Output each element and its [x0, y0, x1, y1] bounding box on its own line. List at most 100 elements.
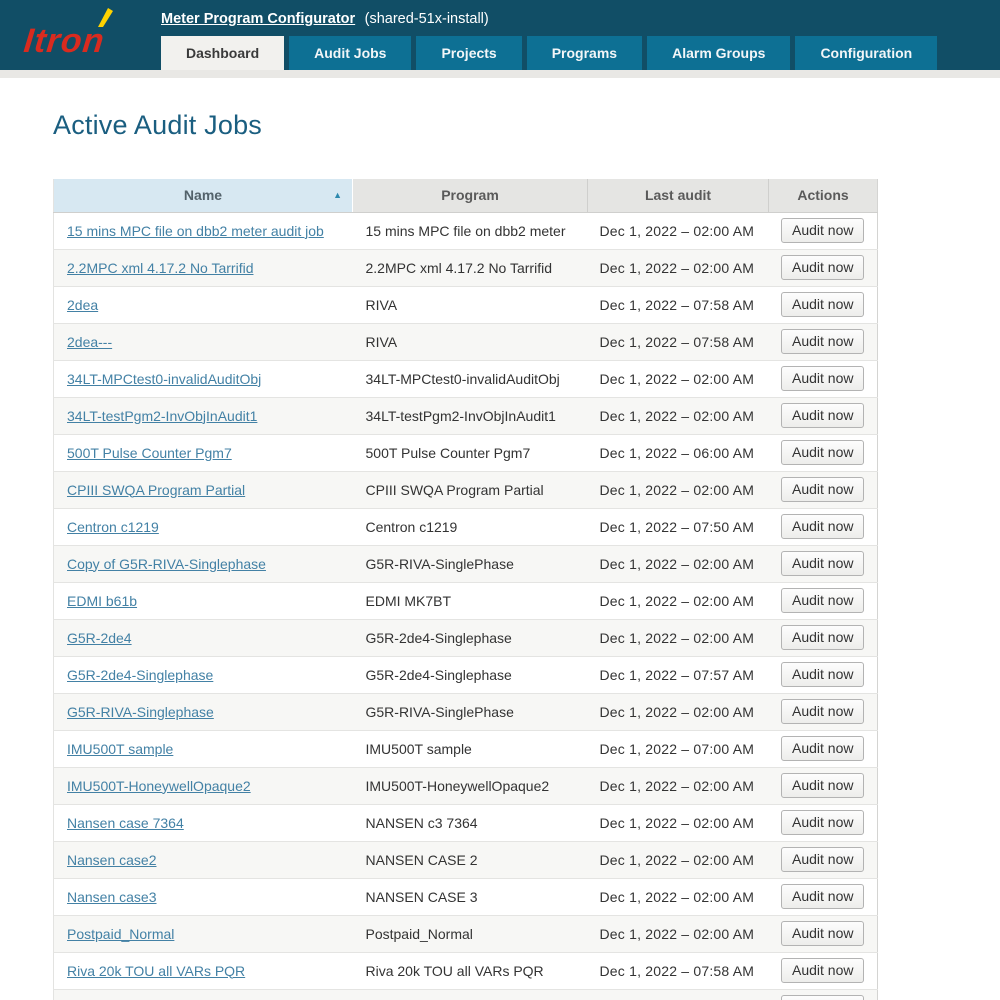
audit-now-button[interactable]: Audit now: [781, 292, 864, 317]
cell-program: 15 mins MPC file on dbb2 meter: [353, 212, 588, 249]
table-row: 34LT-testPgm2-InvObjInAudit134LT-testPgm…: [54, 397, 878, 434]
tab-programs[interactable]: Programs: [527, 36, 642, 70]
tab-alarm-groups[interactable]: Alarm Groups: [647, 36, 790, 70]
audit-job-link[interactable]: Nansen case 7364: [67, 815, 184, 831]
cell-actions: Audit now: [769, 508, 878, 545]
audit-now-button[interactable]: Audit now: [781, 477, 864, 502]
cell-last-audit: Dec 1, 2022 – 02:00 AM: [588, 915, 769, 952]
cell-program: Centron c1219: [353, 508, 588, 545]
audit-job-link[interactable]: Postpaid_Normal: [67, 926, 174, 942]
audit-now-button[interactable]: Audit now: [781, 921, 864, 946]
itron-logo: Itron: [24, 10, 144, 62]
cell-last-audit: Dec 1, 2022 – 02:00 AM: [588, 471, 769, 508]
cell-actions: Audit now: [769, 397, 878, 434]
audit-job-link[interactable]: Centron c1219: [67, 519, 159, 535]
cell-actions: Audit now: [769, 804, 878, 841]
column-header-name[interactable]: Name ▲: [54, 179, 353, 212]
audit-now-button[interactable]: Audit now: [781, 255, 864, 280]
cell-name: G5R-2de4: [54, 619, 353, 656]
cell-name: 15 mins MPC file on dbb2 meter audit job: [54, 212, 353, 249]
column-header-program[interactable]: Program: [353, 179, 588, 212]
audit-job-link[interactable]: Nansen case3: [67, 889, 157, 905]
app-subtitle: (shared-51x-install): [365, 11, 489, 27]
cell-last-audit: Dec 1, 2022 – 02:00 AM: [588, 545, 769, 582]
audit-now-button[interactable]: Audit now: [781, 662, 864, 687]
audit-job-link[interactable]: Copy of G5R-RIVA-Singlephase: [67, 556, 266, 572]
audit-now-button[interactable]: Audit now: [781, 884, 864, 909]
cell-name: Riva PSCO RETOU: [54, 989, 353, 1000]
cell-program: RIVA: [353, 286, 588, 323]
audit-now-button[interactable]: Audit now: [781, 810, 864, 835]
audit-now-button[interactable]: Audit now: [781, 514, 864, 539]
audit-table-body: 15 mins MPC file on dbb2 meter audit job…: [54, 212, 878, 1000]
cell-program: Postpaid_Normal: [353, 915, 588, 952]
audit-now-button[interactable]: Audit now: [781, 773, 864, 798]
tab-projects[interactable]: Projects: [416, 36, 521, 70]
main-content: Active Audit Jobs Name ▲ Program Last au…: [0, 110, 1000, 1000]
table-row: 34LT-MPCtest0-invalidAuditObj34LT-MPCtes…: [54, 360, 878, 397]
audit-job-link[interactable]: 2dea---: [67, 334, 112, 350]
header-strip: [0, 70, 1000, 78]
audit-job-link[interactable]: IMU500T sample: [67, 741, 173, 757]
table-row: 2dea---RIVADec 1, 2022 – 07:58 AMAudit n…: [54, 323, 878, 360]
audit-job-link[interactable]: IMU500T-HoneywellOpaque2: [67, 778, 251, 794]
audit-job-link[interactable]: G5R-2de4-Singlephase: [67, 667, 213, 683]
audit-now-button[interactable]: Audit now: [781, 736, 864, 761]
cell-name: Nansen case 7364: [54, 804, 353, 841]
cell-program: NANSEN CASE 3: [353, 878, 588, 915]
audit-job-link[interactable]: 34LT-testPgm2-InvObjInAudit1: [67, 408, 257, 424]
cell-actions: Audit now: [769, 952, 878, 989]
cell-program: 2.2MPC xml 4.17.2 No Tarrifid: [353, 249, 588, 286]
audit-job-link[interactable]: 34LT-MPCtest0-invalidAuditObj: [67, 371, 261, 387]
table-row: 500T Pulse Counter Pgm7 500T Pulse Counte…: [54, 434, 878, 471]
cell-program: IMU500T-HoneywellOpaque2: [353, 767, 588, 804]
column-header-last-audit[interactable]: Last audit: [588, 179, 769, 212]
cell-actions: Audit now: [769, 841, 878, 878]
audit-now-button[interactable]: Audit now: [781, 699, 864, 724]
audit-job-link[interactable]: 2.2MPC xml 4.17.2 No Tarrifid: [67, 260, 253, 276]
audit-job-link[interactable]: G5R-RIVA-Singlephase: [67, 704, 214, 720]
audit-now-button[interactable]: Audit now: [781, 366, 864, 391]
audit-now-button[interactable]: Audit now: [781, 440, 864, 465]
audit-job-link[interactable]: Riva 20k TOU all VARs PQR: [67, 963, 245, 979]
cell-program: Riva PSCO RETOU: [353, 989, 588, 1000]
cell-name: Nansen case3: [54, 878, 353, 915]
audit-now-button[interactable]: Audit now: [781, 551, 864, 576]
audit-now-button[interactable]: Audit now: [781, 625, 864, 650]
cell-program: IMU500T sample: [353, 730, 588, 767]
audit-job-link[interactable]: G5R-2de4: [67, 630, 132, 646]
audit-job-link[interactable]: 2dea: [67, 297, 98, 313]
cell-name: 2.2MPC xml 4.17.2 No Tarrifid: [54, 249, 353, 286]
audit-job-link[interactable]: Nansen case2: [67, 852, 157, 868]
cell-program: 500T Pulse Counter Pgm7: [353, 434, 588, 471]
cell-last-audit: Dec 1, 2022 – 02:00 AM: [588, 878, 769, 915]
audit-now-button[interactable]: Audit now: [781, 329, 864, 354]
table-header-row: Name ▲ Program Last audit Actions: [54, 179, 878, 212]
audit-job-link[interactable]: CPIII SWQA Program Partial: [67, 482, 245, 498]
audit-job-link[interactable]: 500T Pulse Counter Pgm7: [67, 445, 232, 461]
app-title-link[interactable]: Meter Program Configurator: [161, 11, 355, 27]
app-title-line: Meter Program Configurator (shared-51x-i…: [161, 10, 489, 28]
audit-job-link[interactable]: 15 mins MPC file on dbb2 meter audit job: [67, 223, 324, 239]
cell-last-audit: Dec 1, 2022 – 02:00 AM: [588, 693, 769, 730]
audit-now-button[interactable]: Audit now: [781, 588, 864, 613]
table-row: G5R-2de4G5R-2de4-SinglephaseDec 1, 2022 …: [54, 619, 878, 656]
cell-last-audit: Dec 1, 2022 – 02:00 AM: [588, 360, 769, 397]
tab-audit-jobs[interactable]: Audit Jobs: [289, 36, 411, 70]
cell-last-audit: Dec 1, 2022 – 02:00 AM: [588, 804, 769, 841]
audit-now-button[interactable]: Audit now: [781, 218, 864, 243]
audit-now-button[interactable]: Audit now: [781, 958, 864, 983]
tab-configuration[interactable]: Configuration: [795, 36, 937, 70]
page-title: Active Audit Jobs: [53, 110, 1000, 141]
cell-name: 500T Pulse Counter Pgm7: [54, 434, 353, 471]
audit-job-link[interactable]: EDMI b61b: [67, 593, 137, 609]
audit-now-button[interactable]: Audit now: [781, 403, 864, 428]
cell-last-audit: Dec 1, 2022 – 07:57 AM: [588, 656, 769, 693]
table-row: Nansen case 7364NANSEN c3 7364Dec 1, 202…: [54, 804, 878, 841]
cell-name: Centron c1219: [54, 508, 353, 545]
audit-now-button[interactable]: Audit now: [781, 847, 864, 872]
audit-now-button[interactable]: Audit now: [781, 995, 864, 1000]
cell-last-audit: Dec 1, 2022 – 07:58 AM: [588, 323, 769, 360]
app-header: Itron Meter Program Configurator (shared…: [0, 0, 1000, 70]
tab-dashboard[interactable]: Dashboard: [161, 36, 284, 70]
